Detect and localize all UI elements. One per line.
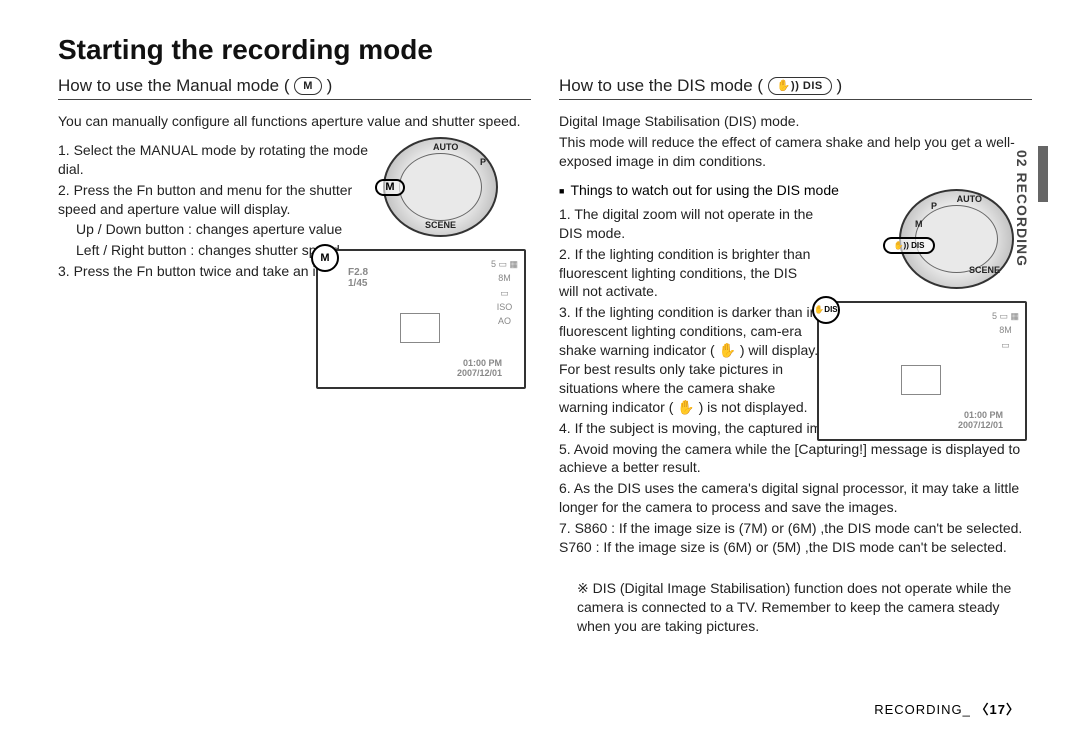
- chapter-tab: 02 RECORDING: [1014, 146, 1048, 336]
- lcd-date: 2007/12/01: [958, 421, 1003, 431]
- heading-close: ): [327, 76, 333, 95]
- dial-label-auto: AUTO: [433, 142, 458, 152]
- lcd-aperture-value: F2.8 1/45: [348, 267, 368, 290]
- step: 1. The digital zoom will not operate in …: [559, 205, 819, 243]
- dial-label-p: P: [931, 201, 937, 211]
- dial-inner: [399, 153, 482, 221]
- tab-label: 02 RECORDING: [1014, 150, 1030, 267]
- step: 7. S860 : If the image size is (7M) or (…: [559, 519, 1032, 557]
- mode-badge-dis: ✋)) DIS: [768, 77, 832, 95]
- mode-dial-illustration-right: AUTO P M SCENE ✋)) DIS: [899, 189, 1014, 289]
- lcd-viewport-rect: [400, 313, 440, 343]
- dial-label-auto: AUTO: [957, 194, 982, 204]
- dial-label-m: M: [915, 219, 923, 229]
- intro-manual: You can manually configure all functions…: [58, 112, 531, 131]
- lcd-side-icons: 5 ▭ ▦ 8M ▭ ISO AO: [491, 257, 518, 329]
- lcd-preview-right: ✋DIS 5 ▭ ▦ 8M ▭ 01:00 PM 2007/12/01: [817, 301, 1027, 441]
- dial-highlight-dis: ✋)) DIS: [883, 237, 935, 254]
- heading-text: How to use the Manual mode (: [58, 76, 290, 95]
- step: 5. Avoid moving the camera while the [Ca…: [559, 440, 1032, 478]
- step: 2. Press the Fn button and menu for the …: [58, 181, 388, 219]
- two-column-layout: How to use the Manual mode ( M ) You can…: [58, 76, 1032, 636]
- dial-label-scene: SCENE: [425, 220, 456, 230]
- step: 3. If the lighting condition is darker t…: [559, 303, 819, 416]
- intro-dis-2: This mode will reduce the effect of came…: [559, 133, 1032, 171]
- dial-highlight-m: M: [375, 179, 405, 196]
- step: 6. As the DIS uses the camera's digital …: [559, 479, 1032, 517]
- mode-dial-illustration-left: AUTO P SCENE M: [383, 137, 498, 237]
- lcd-viewport-rect: [901, 365, 941, 395]
- step-sub: Up / Down button : changes aperture valu…: [58, 220, 388, 239]
- step: 1. Select the MANUAL mode by rotating th…: [58, 141, 388, 179]
- tab-marker: [1038, 146, 1048, 202]
- heading-close: ): [836, 76, 842, 95]
- right-column: How to use the DIS mode ( ✋)) DIS ) Digi…: [559, 76, 1032, 636]
- intro-dis-1: Digital Image Stabilisation (DIS) mode.: [559, 112, 1032, 131]
- lcd-corner-mode-icon: M: [311, 244, 339, 272]
- page-title: Starting the recording mode: [58, 34, 1032, 66]
- section-heading-dis: How to use the DIS mode ( ✋)) DIS ): [559, 76, 1032, 100]
- lcd-preview-left: M F2.8 1/45 5 ▭ ▦ 8M ▭ ISO AO 01:00 PM 2…: [316, 249, 526, 389]
- dial-label-scene: SCENE: [969, 265, 1000, 275]
- footer-page-number: 〈17〉: [976, 702, 1020, 717]
- note-dis: ※ DIS (Digital Image Stabilisation) func…: [559, 579, 1032, 636]
- lcd-corner-mode-icon: ✋DIS: [812, 296, 840, 324]
- heading-text: How to use the DIS mode (: [559, 76, 763, 95]
- page-footer: RECORDING_ 〈17〉: [874, 699, 1020, 718]
- step: 2. If the lighting condition is brighter…: [559, 245, 819, 302]
- lcd-timestamp: 01:00 PM 2007/12/01: [457, 359, 502, 379]
- mode-badge-m: M: [294, 77, 322, 95]
- manual-page: Starting the recording mode How to use t…: [0, 0, 1080, 746]
- footer-label: RECORDING_: [874, 702, 971, 717]
- section-heading-manual: How to use the Manual mode ( M ): [58, 76, 531, 100]
- lcd-date: 2007/12/01: [457, 369, 502, 379]
- lcd-timestamp: 01:00 PM 2007/12/01: [958, 411, 1003, 431]
- left-column: How to use the Manual mode ( M ) You can…: [58, 76, 531, 636]
- dial-label-p: P: [480, 157, 486, 167]
